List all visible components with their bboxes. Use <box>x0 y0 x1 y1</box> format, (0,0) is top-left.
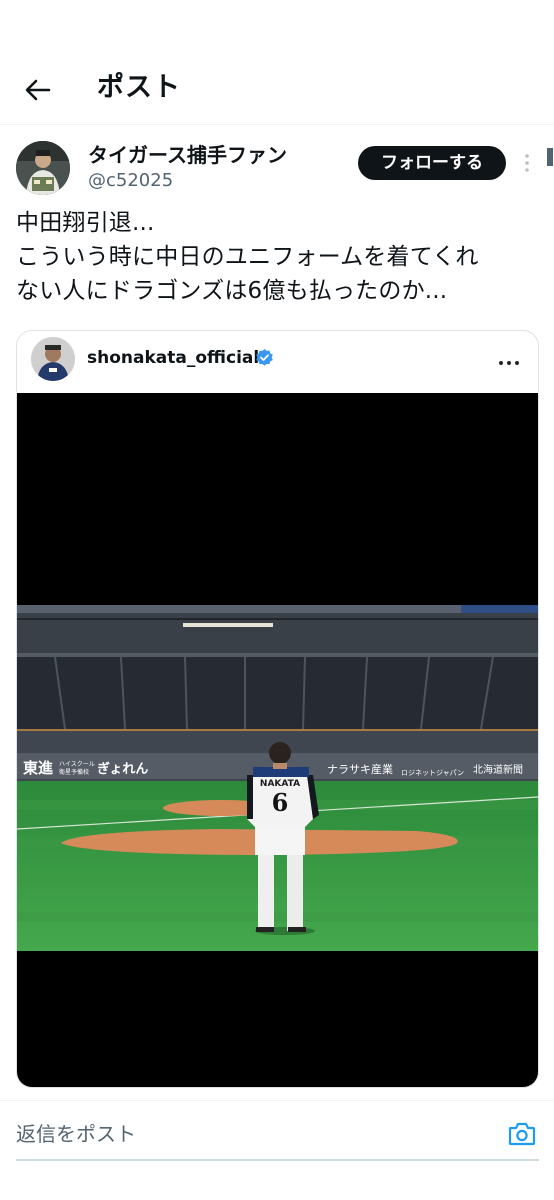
post-text-line: こういう時に中日のユニフォームを着てくれ <box>16 244 479 270</box>
banner-text: 北海道新聞 <box>473 763 523 776</box>
camera-button[interactable] <box>508 1121 536 1147</box>
author-display-name[interactable]: タイガース捕手ファン <box>88 142 287 168</box>
banner-text: ハイスクール <box>59 761 95 768</box>
more-options-button[interactable] <box>519 150 535 178</box>
reply-input[interactable]: 返信をポスト <box>16 1120 136 1148</box>
camera-icon <box>508 1122 536 1146</box>
instagram-embed[interactable]: shonakata_official 東進 ハイスクール 衛星予備校 ぎょれん … <box>16 330 539 1088</box>
banner-text: 東進 <box>23 759 54 777</box>
header-divider <box>0 124 554 125</box>
baseball-field-photo: 東進 ハイスクール 衛星予備校 ぎょれん ナラサキ産業 ロジネットジャパン 北海… <box>17 605 538 951</box>
scroll-indicator <box>547 148 553 166</box>
more-horizontal-icon <box>499 361 519 365</box>
banner-text: ナラサキ産業 <box>327 763 393 776</box>
post-text-line: 中田翔引退... <box>16 210 155 236</box>
arrow-left-icon <box>25 79 51 101</box>
banner-text: 衛星予備校 <box>59 768 89 776</box>
back-button[interactable] <box>18 70 58 110</box>
composer-divider <box>0 1100 554 1101</box>
author-handle[interactable]: @c52025 <box>88 170 173 192</box>
more-vertical-icon <box>525 154 529 172</box>
banner-text: ロジネットジャパン <box>401 769 464 777</box>
post-text: 中田翔引退... こういう時に中日のユニフォームを着てくれ ない人にドラゴンズは… <box>16 206 541 308</box>
embed-header: shonakata_official <box>17 331 538 393</box>
verified-badge-icon <box>256 348 273 366</box>
banner-text: ぎょれん <box>97 761 148 777</box>
jersey-number: 6 <box>272 788 289 817</box>
top-bar: ポスト <box>0 58 554 120</box>
follow-button[interactable]: フォローする <box>358 146 506 180</box>
composer-underline <box>16 1159 539 1161</box>
page-title: ポスト <box>97 72 181 103</box>
post-text-line: ない人にドラゴンズは6億も払ったのか... <box>16 278 448 304</box>
embed-avatar[interactable] <box>31 337 75 381</box>
author-avatar[interactable] <box>16 141 70 195</box>
embed-username[interactable]: shonakata_official <box>87 346 259 370</box>
embed-more-button[interactable] <box>497 353 521 365</box>
embed-media[interactable]: 東進 ハイスクール 衛星予備校 ぎょれん ナラサキ産業 ロジネットジャパン 北海… <box>17 393 538 1087</box>
